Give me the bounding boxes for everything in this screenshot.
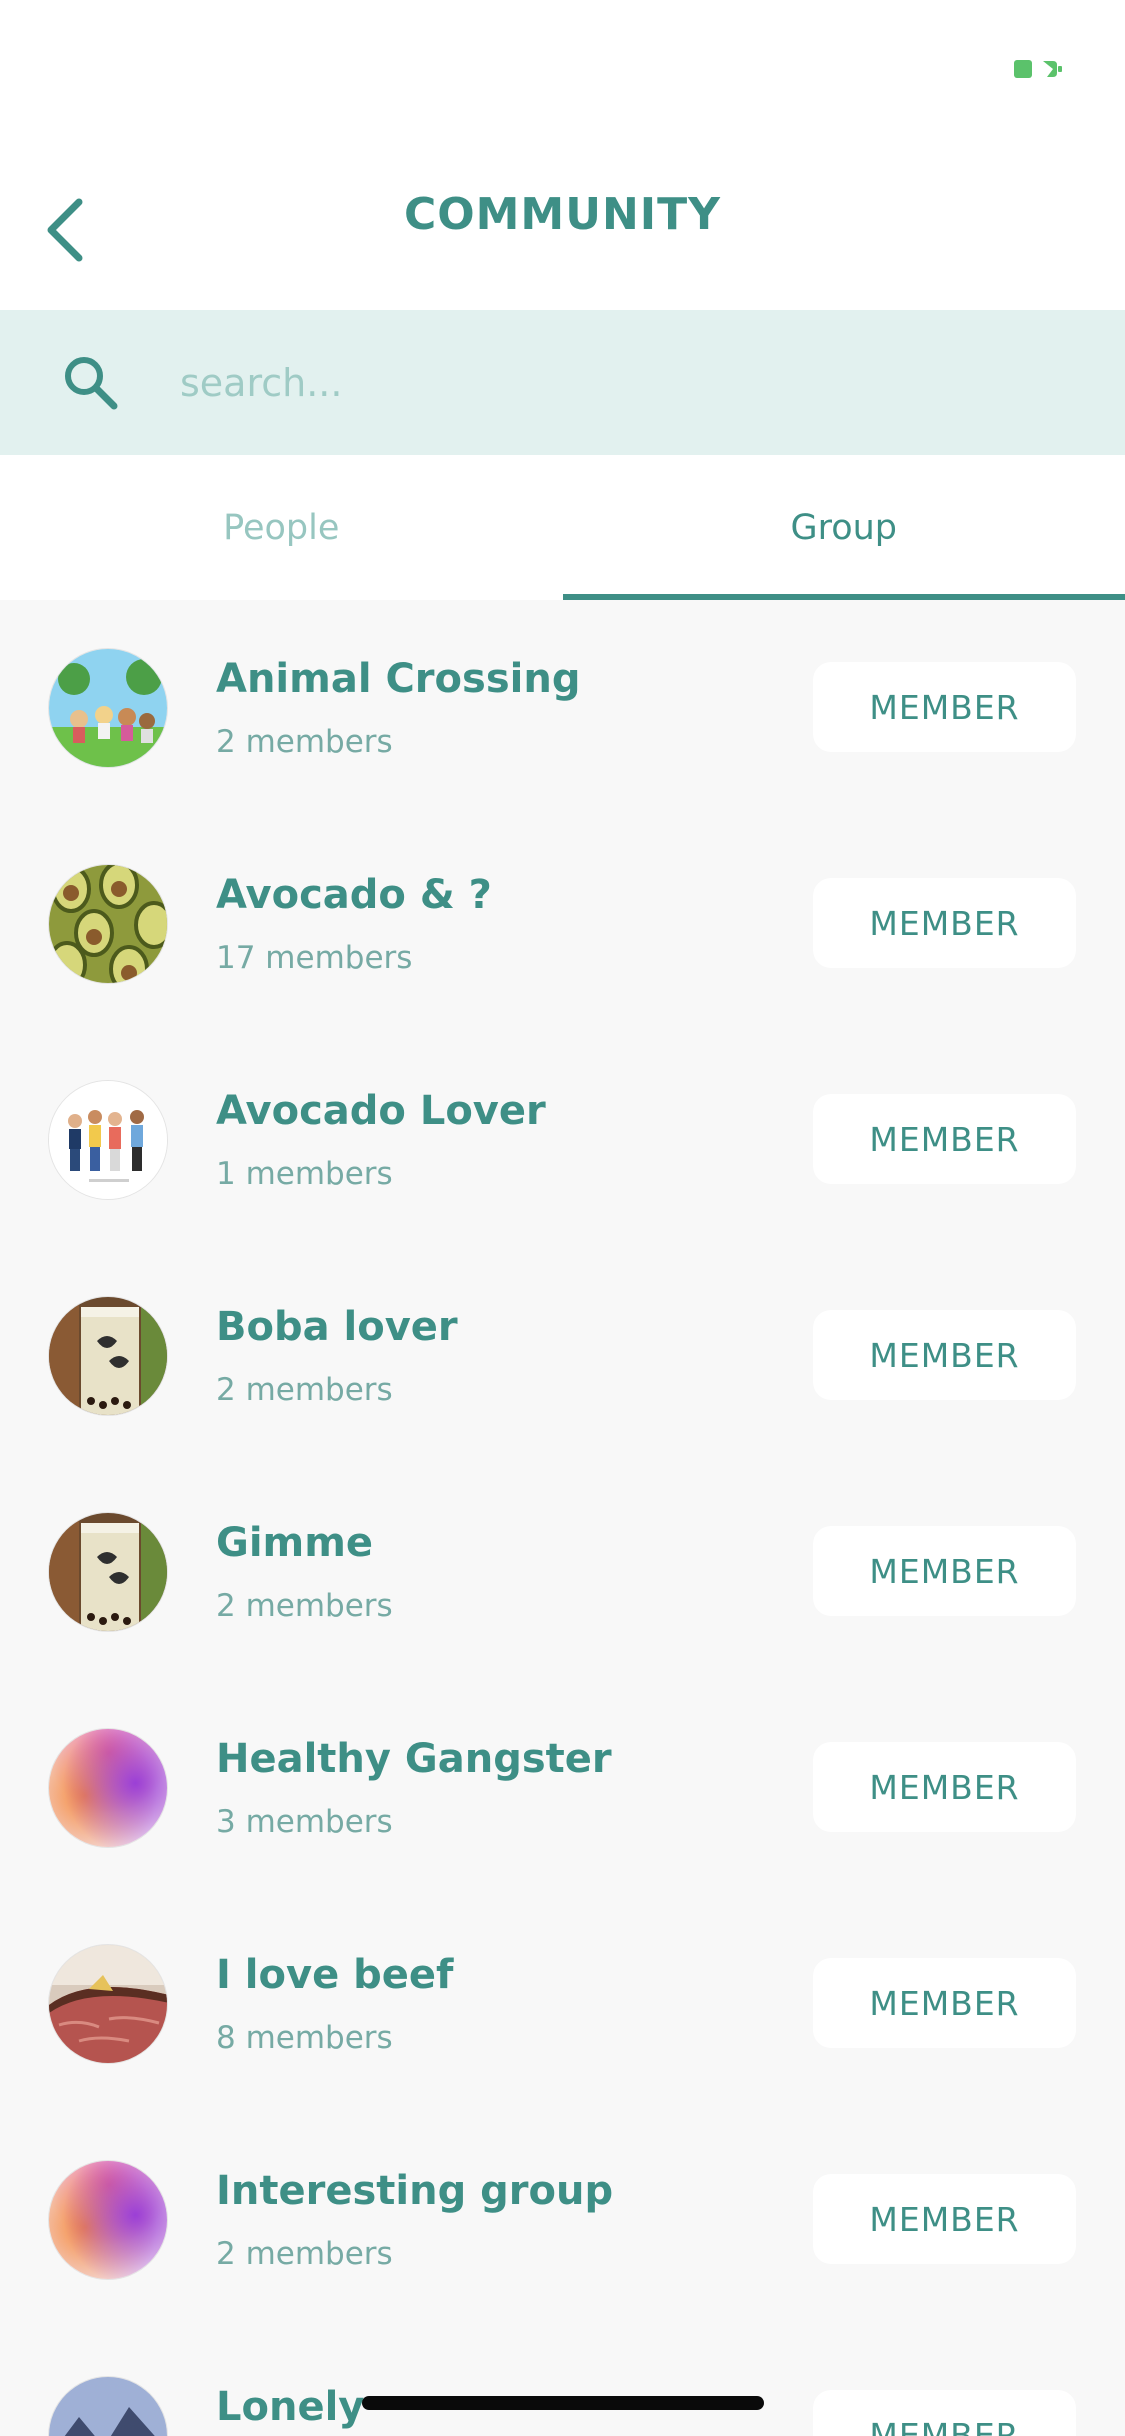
watercolor-avatar xyxy=(48,2160,168,2280)
tab-people-label: People xyxy=(223,507,340,548)
group-name: Lonely xyxy=(216,2384,365,2430)
battery-icon xyxy=(1014,60,1062,78)
beef-avatar xyxy=(48,1944,168,2064)
people-group-avatar xyxy=(48,1080,168,1200)
search-bar xyxy=(0,310,1125,455)
tab-people[interactable]: People xyxy=(0,455,563,600)
watercolor-avatar xyxy=(48,1728,168,1848)
group-list: Animal Crossing 2 members MEMBER Avocado… xyxy=(0,600,1125,2436)
group-name: Avocado & ? xyxy=(216,872,492,918)
member-button[interactable]: MEMBER xyxy=(813,662,1076,752)
page-title: COMMUNITY xyxy=(403,189,722,240)
animal-crossing-avatar xyxy=(48,648,168,768)
list-item[interactable]: Boba lover 2 members MEMBER xyxy=(0,1248,1125,1464)
list-item[interactable]: Interesting group 2 members MEMBER xyxy=(0,2112,1125,2328)
group-member-count: 3 members xyxy=(216,1804,393,1840)
member-button[interactable]: MEMBER xyxy=(813,1094,1076,1184)
tab-group[interactable]: Group xyxy=(562,455,1125,600)
list-item[interactable]: I love beef 8 members MEMBER xyxy=(0,1896,1125,2112)
status-bar xyxy=(0,0,1125,150)
group-member-count: 2 members xyxy=(216,2236,393,2272)
back-button[interactable] xyxy=(30,180,100,280)
list-item[interactable]: Gimme 2 members MEMBER xyxy=(0,1464,1125,1680)
member-button[interactable]: MEMBER xyxy=(813,2390,1076,2436)
list-item[interactable]: Avocado & ? 17 members MEMBER xyxy=(0,816,1125,1032)
member-button[interactable]: MEMBER xyxy=(813,1310,1076,1400)
search-input[interactable] xyxy=(180,346,1060,420)
group-name: Boba lover xyxy=(216,1304,458,1350)
member-button[interactable]: MEMBER xyxy=(813,1742,1076,1832)
boba-avatar xyxy=(48,1296,168,1416)
search-icon xyxy=(65,357,118,410)
avocado-avatar xyxy=(48,864,168,984)
tab-group-label: Group xyxy=(790,507,898,548)
group-name: Interesting group xyxy=(216,2168,614,2214)
group-name: Avocado Lover xyxy=(216,1088,546,1134)
group-name: Gimme xyxy=(216,1520,374,1566)
group-name: Healthy Gangster xyxy=(216,1736,612,1782)
list-item[interactable]: Healthy Gangster 3 members MEMBER xyxy=(0,1680,1125,1896)
group-member-count: 1 members xyxy=(216,1156,393,1192)
list-item[interactable]: Lonely MEMBER xyxy=(0,2328,1125,2436)
member-button[interactable]: MEMBER xyxy=(813,878,1076,968)
header: COMMUNITY xyxy=(0,150,1125,310)
list-item[interactable]: Animal Crossing 2 members MEMBER xyxy=(0,600,1125,816)
member-button[interactable]: MEMBER xyxy=(813,1958,1076,2048)
member-button[interactable]: MEMBER xyxy=(813,2174,1076,2264)
tab-bar: People Group xyxy=(0,455,1125,600)
group-member-count: 8 members xyxy=(216,2020,393,2056)
list-item[interactable]: Avocado Lover 1 members MEMBER xyxy=(0,1032,1125,1248)
group-member-count: 2 members xyxy=(216,1372,393,1408)
group-member-count: 17 members xyxy=(216,940,413,976)
group-name: I love beef xyxy=(216,1952,454,1998)
member-button[interactable]: MEMBER xyxy=(813,1526,1076,1616)
home-indicator xyxy=(362,2396,764,2410)
chevron-left-icon xyxy=(47,198,83,262)
group-member-count: 2 members xyxy=(216,724,393,760)
group-name: Animal Crossing xyxy=(216,656,581,702)
boba-avatar xyxy=(48,1512,168,1632)
group-member-count: 2 members xyxy=(216,1588,393,1624)
mountain-avatar xyxy=(48,2376,168,2436)
